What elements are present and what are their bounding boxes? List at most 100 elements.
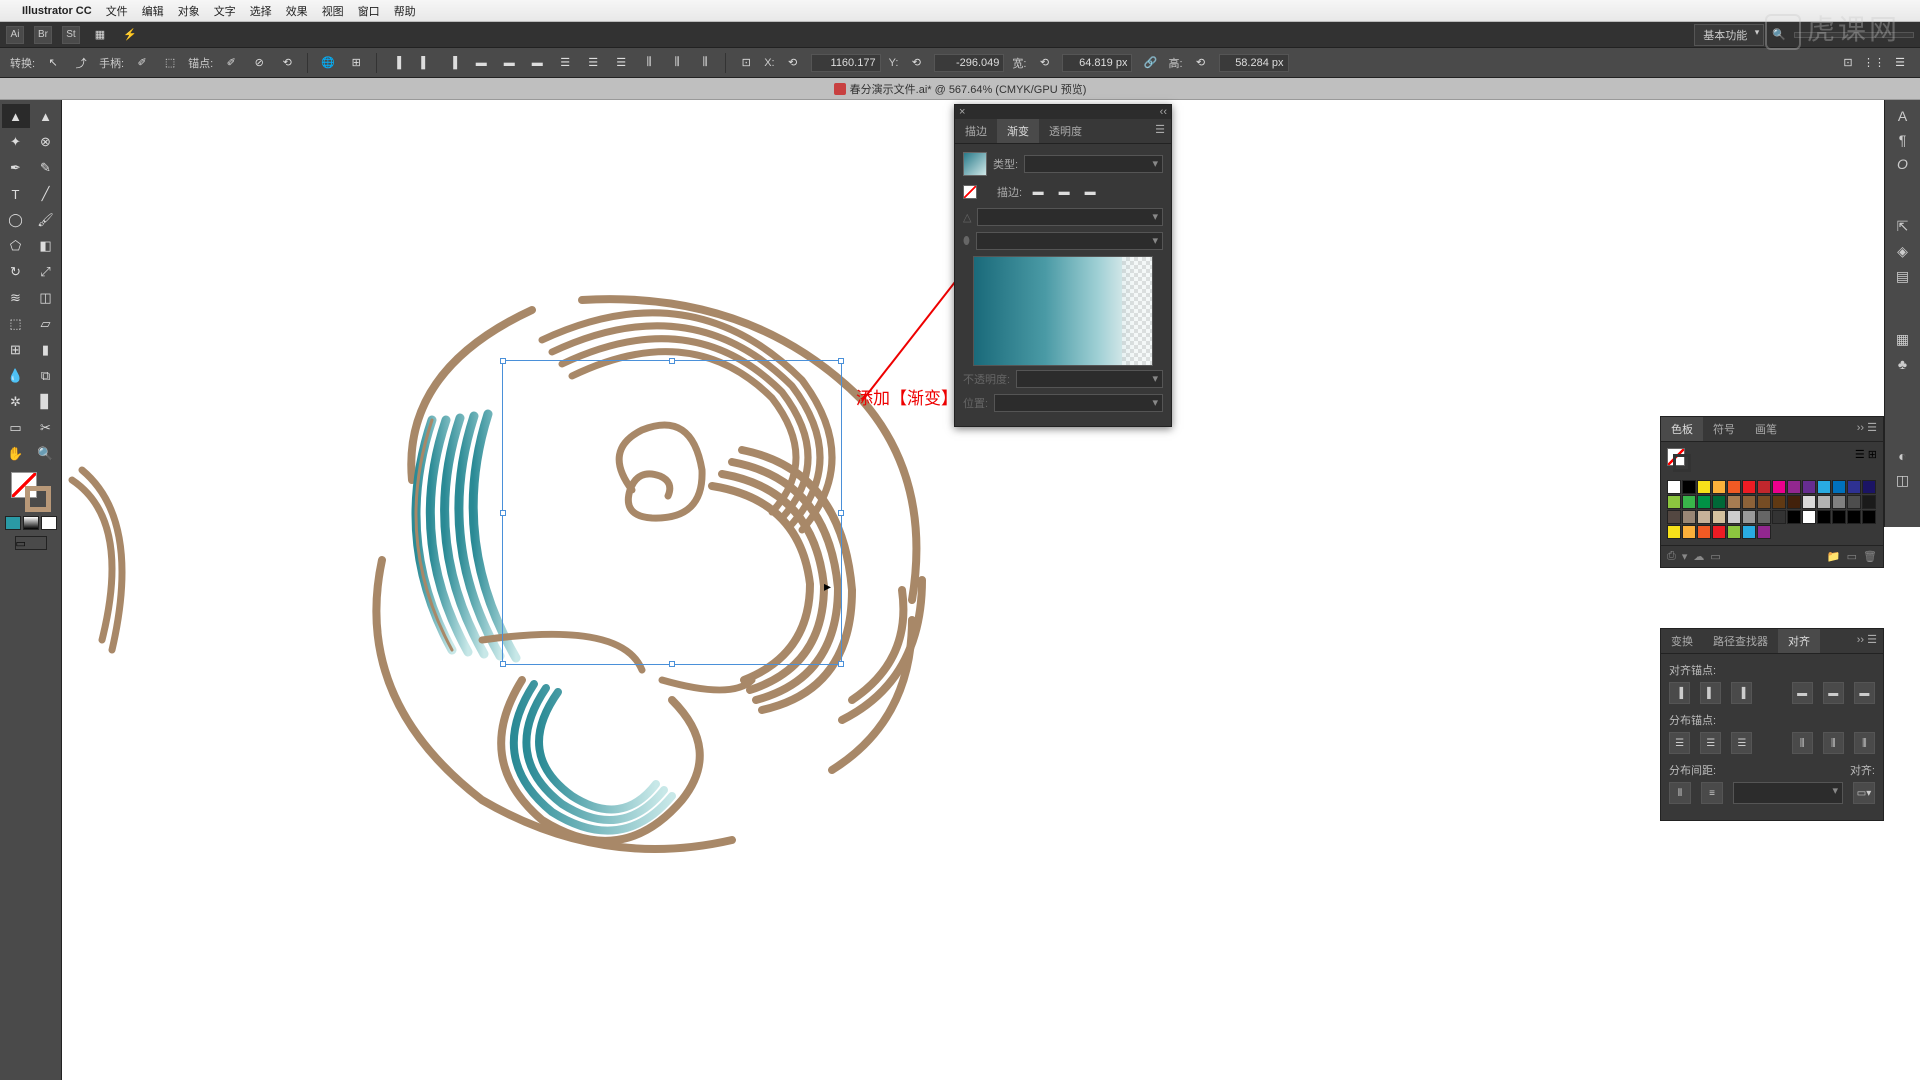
menu-edit[interactable]: 编辑 — [142, 3, 164, 19]
stroke-opt1-icon[interactable]: ▬ — [1028, 182, 1048, 202]
swatch[interactable] — [1727, 480, 1741, 494]
artboard-tool[interactable]: ▭ — [2, 416, 30, 440]
mesh-tool[interactable]: ⊞ — [2, 338, 30, 362]
menu-file[interactable]: 文件 — [106, 3, 128, 19]
swatch[interactable] — [1847, 510, 1861, 524]
export-icon[interactable]: ⇱ — [1897, 218, 1909, 235]
graphic-styles-icon[interactable]: ◫ — [1896, 472, 1909, 489]
align-to-btn[interactable]: ▭▾ — [1853, 782, 1875, 804]
stroke-opt2-icon[interactable]: ▬ — [1054, 182, 1074, 202]
swatch[interactable] — [1667, 495, 1681, 509]
appearance-icon[interactable]: ◐ — [1898, 448, 1906, 464]
hand-tool[interactable]: ✋ — [2, 442, 30, 466]
swatch[interactable] — [1832, 495, 1846, 509]
align-center-icon[interactable]: ▌ — [415, 53, 435, 73]
anchor-icon2[interactable]: ⊘ — [249, 53, 269, 73]
dist-vcenter-btn[interactable]: ☰ — [1700, 732, 1721, 754]
gpu-icon[interactable]: ⚡ — [120, 25, 140, 45]
document-tab[interactable]: 春分演示文件.ai* @ 567.64% (CMYK/GPU 预览) — [0, 78, 1920, 100]
align-bottom-btn[interactable]: ▬ — [1854, 682, 1875, 704]
gradient-preview[interactable] — [963, 152, 987, 176]
swatch[interactable] — [1697, 510, 1711, 524]
h-input[interactable] — [1219, 54, 1289, 72]
scale-tool[interactable]: ⤢ — [32, 260, 60, 284]
menu-object[interactable]: 对象 — [178, 3, 200, 19]
swatch[interactable] — [1727, 495, 1741, 509]
dist-hspace-btn[interactable]: ≡ — [1701, 782, 1723, 804]
spacing-input[interactable] — [1733, 782, 1843, 804]
menu-window[interactable]: 窗口 — [358, 3, 380, 19]
swatch-grid[interactable] — [1667, 480, 1877, 539]
arrange-icon[interactable]: ▦ — [90, 25, 110, 45]
swatch[interactable] — [1802, 480, 1816, 494]
swatch[interactable] — [1862, 495, 1876, 509]
align-vcenter-btn[interactable]: ▬ — [1823, 682, 1844, 704]
align-top-icon[interactable]: ▬ — [471, 53, 491, 73]
stroke-swatch[interactable] — [25, 486, 51, 512]
swatch[interactable] — [1712, 480, 1726, 494]
swatch[interactable] — [1757, 525, 1771, 539]
dist-hcenter-btn[interactable]: ⫼ — [1823, 732, 1844, 754]
symbol-tool[interactable]: ✲ — [2, 390, 30, 414]
tab-stroke[interactable]: 描边 — [955, 119, 997, 143]
swatch[interactable] — [1757, 510, 1771, 524]
direct-select-tool[interactable]: ▲ — [32, 104, 60, 128]
tab-gradient[interactable]: 渐变 — [997, 119, 1039, 143]
eyedropper-tool[interactable]: 💧 — [2, 364, 30, 388]
menu-help[interactable]: 帮助 — [394, 3, 416, 19]
panel-menu-icon[interactable]: ☰ — [1149, 119, 1171, 143]
curvature-tool[interactable]: ✎ — [32, 156, 60, 180]
panel-collapse-icon[interactable]: ›› — [1857, 634, 1864, 646]
anchor-icon3[interactable]: ⟲ — [277, 53, 297, 73]
handle-icon2[interactable]: ⬚ — [160, 53, 180, 73]
tab-pathfinder[interactable]: 路径查找器 — [1703, 629, 1778, 653]
swatch[interactable] — [1817, 480, 1831, 494]
color-mode[interactable] — [5, 516, 21, 530]
align-right-icon[interactable]: ▐ — [443, 53, 463, 73]
selection-box[interactable] — [502, 360, 842, 665]
close-icon[interactable]: × — [959, 106, 965, 118]
tab-transform[interactable]: 变换 — [1661, 629, 1703, 653]
swatch[interactable] — [1667, 525, 1681, 539]
swatch[interactable] — [1667, 510, 1681, 524]
swatch[interactable] — [1712, 510, 1726, 524]
grid-view-icon[interactable]: ⊞ — [1868, 449, 1877, 461]
swatch[interactable] — [1757, 480, 1771, 494]
align-top-btn[interactable]: ▬ — [1792, 682, 1813, 704]
swatch[interactable] — [1682, 510, 1696, 524]
align-mid-icon[interactable]: ▬ — [499, 53, 519, 73]
bridge-icon[interactable]: Br — [34, 26, 52, 44]
pixel-icon[interactable]: ⊞ — [346, 53, 366, 73]
layers-icon[interactable]: ▦ — [1896, 331, 1909, 348]
dist-left-btn[interactable]: ⫼ — [1792, 732, 1813, 754]
swatch[interactable] — [1742, 525, 1756, 539]
menu-select[interactable]: 选择 — [250, 3, 272, 19]
workspace-dropdown[interactable]: 基本功能 — [1694, 24, 1764, 46]
fill-stroke[interactable] — [11, 472, 51, 512]
lasso-tool[interactable]: ⊗ — [32, 130, 60, 154]
dist-right-btn[interactable]: ⫼ — [1854, 732, 1875, 754]
panel-menu-icon[interactable]: ☰ — [1867, 634, 1877, 646]
align-bot-icon[interactable]: ▬ — [527, 53, 547, 73]
sw-group-icon[interactable]: ▭ — [1710, 550, 1720, 563]
sw-cloud-icon[interactable]: ☁ — [1693, 550, 1704, 563]
align-left-btn[interactable]: ▐ — [1669, 682, 1690, 704]
gradient-stroke-none[interactable] — [963, 185, 977, 199]
swatch[interactable] — [1772, 510, 1786, 524]
menu-icon[interactable]: ☰ — [1890, 53, 1910, 73]
swatch[interactable] — [1772, 480, 1786, 494]
swatch[interactable] — [1832, 480, 1846, 494]
handle-icon[interactable]: ✐ — [132, 53, 152, 73]
para-panel-icon[interactable]: ¶ — [1899, 132, 1907, 148]
edit-icon[interactable]: ⊡ — [1838, 53, 1858, 73]
pen-tool[interactable]: ✒ — [2, 156, 30, 180]
swatch[interactable] — [1802, 495, 1816, 509]
gradient-mode[interactable] — [23, 516, 39, 530]
free-transform-tool[interactable]: ◫ — [32, 286, 60, 310]
globe-icon[interactable]: 🌐 — [318, 53, 338, 73]
line-tool[interactable]: ╱ — [32, 182, 60, 206]
tab-transparency[interactable]: 透明度 — [1039, 119, 1092, 143]
dist-bottom-btn[interactable]: ☰ — [1731, 732, 1752, 754]
sw-menu-icon[interactable]: ▾ — [1682, 550, 1688, 563]
swatch[interactable] — [1727, 525, 1741, 539]
